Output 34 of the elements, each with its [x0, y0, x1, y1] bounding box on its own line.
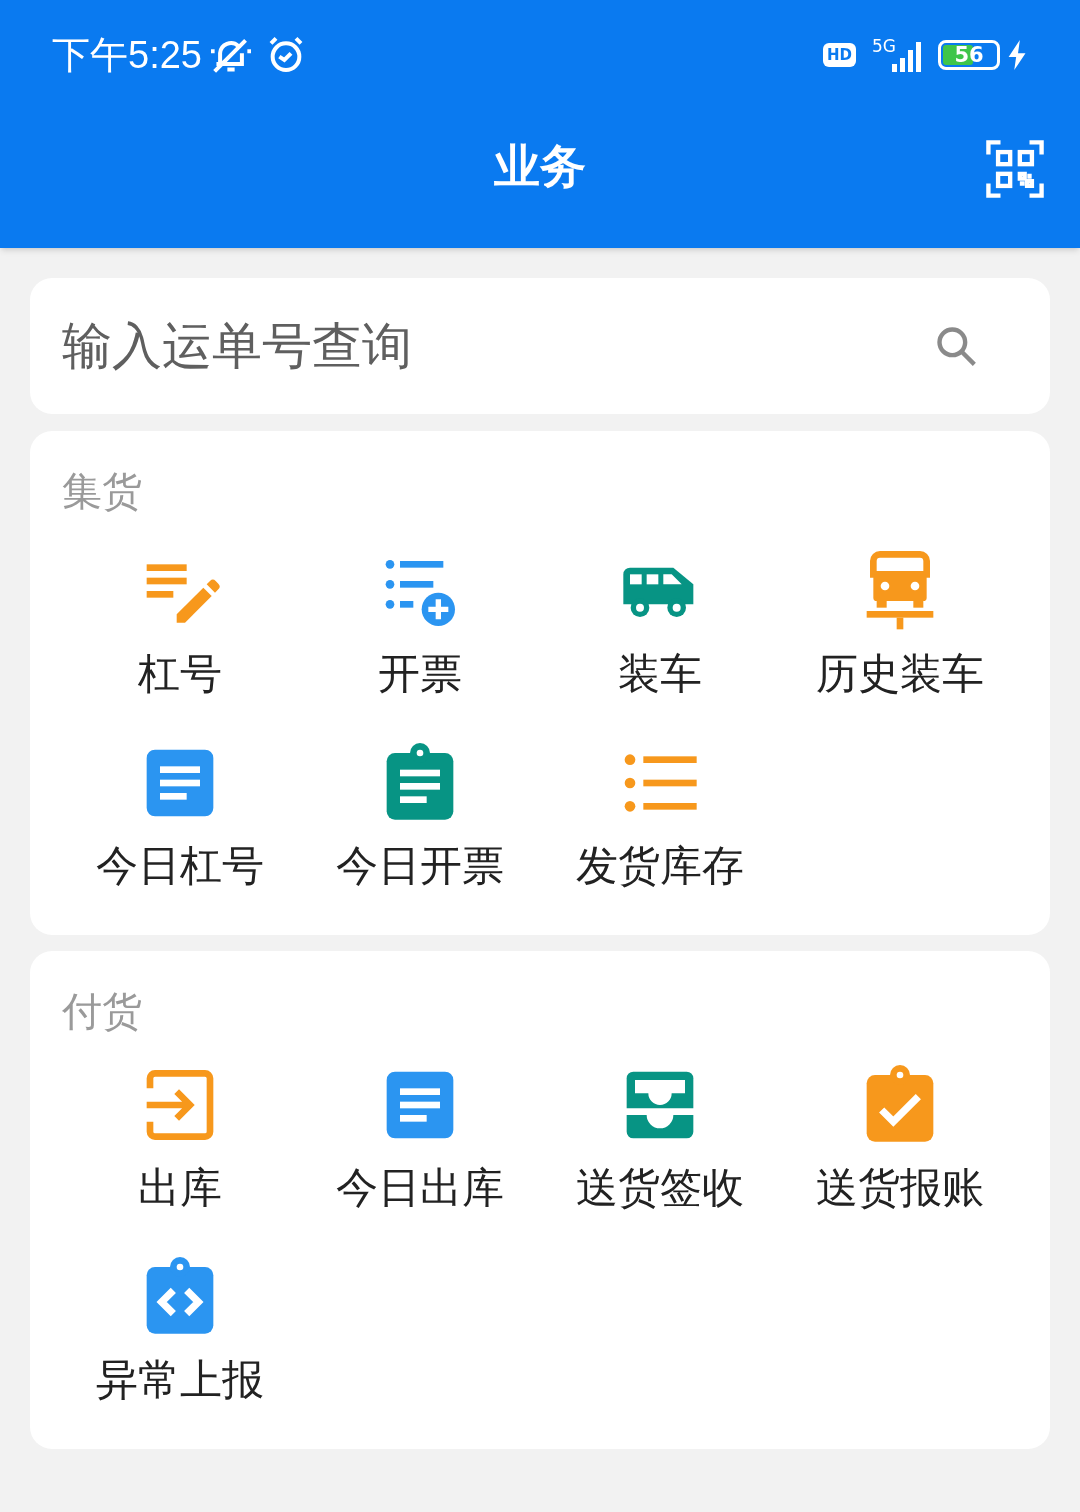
function-tile[interactable]: 今日出库 [300, 1065, 540, 1217]
tile-label: 发货库存 [576, 840, 744, 892]
charging-bolt-icon [1008, 40, 1028, 70]
tile-label: 历史装车 [816, 648, 984, 700]
tile-label: 出库 [138, 1162, 222, 1214]
tile-label: 今日杠号 [96, 840, 264, 892]
status-time: 下午5:25 [52, 32, 202, 78]
function-tile[interactable]: 送货报账 [780, 1065, 1020, 1217]
qr-scan-icon[interactable] [986, 140, 1044, 198]
tile-label: 异常上报 [96, 1354, 264, 1406]
tile-label: 装车 [618, 648, 702, 700]
section-title: 集货 [61, 467, 142, 516]
page-title: 业务 [494, 137, 586, 195]
function-tile[interactable]: 异常上报 [60, 1257, 300, 1409]
tile-label: 今日开票 [336, 840, 504, 892]
tile-label: 送货签收 [576, 1162, 744, 1214]
function-tile[interactable]: 开票 [300, 551, 540, 703]
function-tile[interactable]: 装车 [540, 551, 780, 703]
function-tile[interactable]: 今日杠号 [60, 743, 300, 895]
search-icon[interactable] [934, 324, 978, 368]
tile-label: 今日出库 [336, 1162, 504, 1214]
function-tile[interactable]: 杠号 [60, 551, 300, 703]
tile-label: 开票 [378, 648, 462, 700]
function-tile[interactable]: 送货签收 [540, 1065, 780, 1217]
hd-badge: HD [823, 43, 856, 67]
function-tile[interactable]: 今日开票 [300, 743, 540, 895]
search-field[interactable]: 输入运单号查询 [30, 278, 1050, 414]
function-tile[interactable]: 历史装车 [780, 551, 1020, 703]
function-tile[interactable]: 发货库存 [540, 743, 780, 895]
tile-label: 杠号 [138, 648, 222, 700]
tile-label: 送货报账 [816, 1162, 984, 1214]
function-tile[interactable]: 出库 [60, 1065, 300, 1217]
section-title: 付货 [61, 987, 142, 1036]
network-label: 5G [872, 37, 896, 55]
